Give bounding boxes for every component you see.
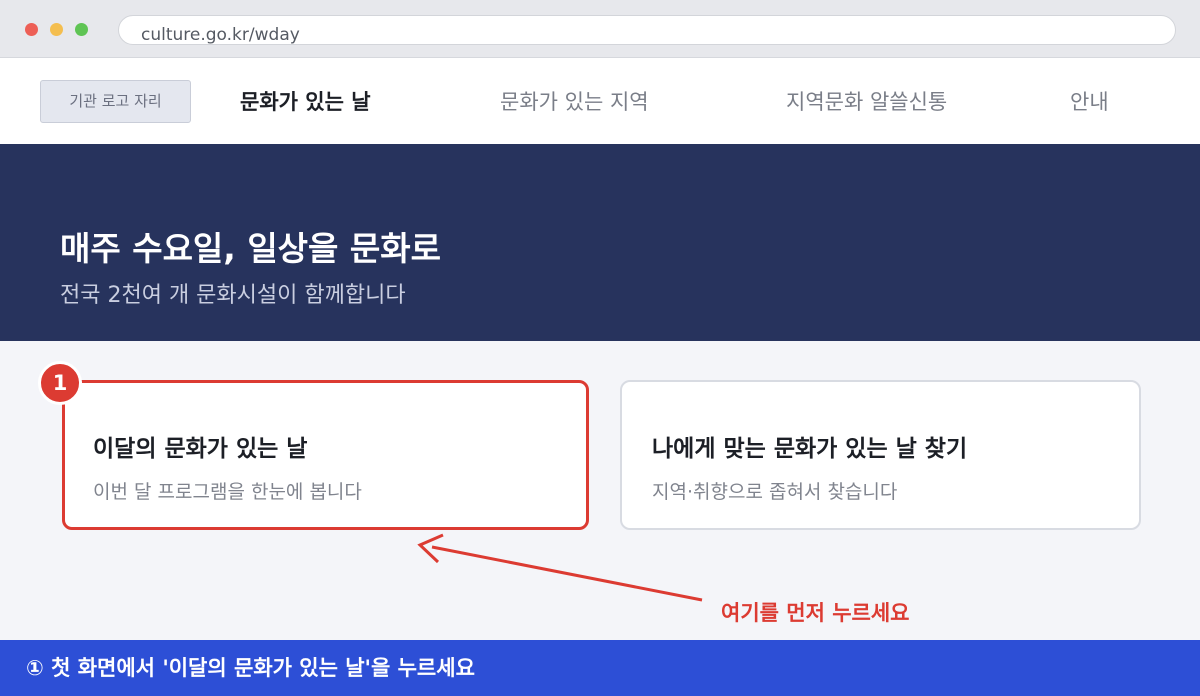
card-title: 나에게 맞는 문화가 있는 날 찾기 <box>652 436 968 462</box>
top-navigation: 기관 로고 자리 문화가 있는 날 문화가 있는 지역 지역문화 알쓸신통 안내 <box>0 58 1200 144</box>
hero-banner: 매주 수요일, 일상을 문화로 전국 2천여 개 문화시설이 함께합니다 <box>0 144 1200 341</box>
nav-item-guide[interactable]: 안내 <box>1070 86 1109 116</box>
arrow-line <box>431 545 703 602</box>
window-minimize-dot[interactable] <box>50 23 63 36</box>
nav-item-local-culture-info[interactable]: 지역문화 알쓸신통 <box>786 86 947 116</box>
callout-label: 여기를 먼저 누르세요 <box>721 601 910 625</box>
nav-item-culture-day[interactable]: 문화가 있는 날 <box>240 86 371 116</box>
card-description: 지역·취향으로 좁혀서 찾습니다 <box>652 481 898 503</box>
card-title: 이달의 문화가 있는 날 <box>93 436 308 462</box>
card-this-month-culture-day[interactable]: 이달의 문화가 있는 날 이번 달 프로그램을 한눈에 봅니다 <box>62 380 589 530</box>
nav-item-culture-region[interactable]: 문화가 있는 지역 <box>500 86 649 116</box>
hero-subtitle: 전국 2천여 개 문화시설이 함께합니다 <box>60 283 406 308</box>
hero-title: 매주 수요일, 일상을 문화로 <box>60 229 441 268</box>
address-bar[interactable]: culture.go.kr/wday <box>118 15 1176 45</box>
instruction-banner: ① 첫 화면에서 '이달의 문화가 있는 날'을 누르세요 <box>0 640 1200 696</box>
card-find-my-culture-day[interactable]: 나에게 맞는 문화가 있는 날 찾기 지역·취향으로 좁혀서 찾습니다 <box>620 380 1141 530</box>
arrow-head <box>417 533 444 564</box>
browser-toolbar: culture.go.kr/wday <box>0 0 1200 58</box>
step-number-badge: 1 <box>38 361 82 405</box>
window-close-dot[interactable] <box>25 23 38 36</box>
card-description: 이번 달 프로그램을 한눈에 봅니다 <box>93 481 362 503</box>
logo-placeholder[interactable]: 기관 로고 자리 <box>40 80 191 123</box>
window-maximize-dot[interactable] <box>75 23 88 36</box>
